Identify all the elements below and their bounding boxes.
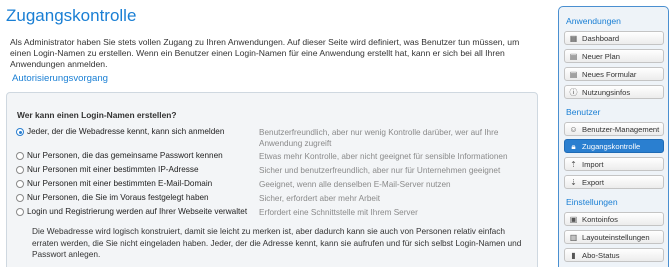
dashboard-icon: ▦ <box>569 34 578 43</box>
sidebar-item-label: Neuer Plan <box>582 52 620 61</box>
sidebar-item-export[interactable]: ⇣ Export <box>564 175 664 189</box>
option-password[interactable]: Nur Personen, die das gemeinsame Passwor… <box>16 151 536 164</box>
form-icon: ▤ <box>569 70 578 79</box>
option-label: Nur Personen mit einer bestimmten IP-Adr… <box>27 165 199 174</box>
option-label: Nur Personen, die das gemeinsame Passwor… <box>27 151 223 160</box>
sidebar-heading-settings: Einstellungen <box>566 197 618 207</box>
radio-button[interactable] <box>16 166 24 174</box>
sidebar-item-dashboard[interactable]: ▦ Dashboard <box>564 31 664 45</box>
info-icon: ⓘ <box>569 88 578 97</box>
layout-icon: ▥ <box>569 233 578 242</box>
sidebar-item-label: Dashboard <box>582 34 620 43</box>
sidebar-heading-users: Benutzer <box>566 107 601 117</box>
option-ip-address[interactable]: Nur Personen mit einer bestimmten IP-Adr… <box>16 165 536 178</box>
sidebar-item-label: Layouteinstellungen <box>582 233 650 242</box>
sidebar-item-new-plan[interactable]: ▤ Neuer Plan <box>564 49 664 63</box>
sidebar-item-layout-settings[interactable]: ▥ Layouteinstellungen <box>564 230 664 244</box>
option-description: Sicher, erfordert aber mehr Arbeit <box>259 194 381 203</box>
option-website-login[interactable]: Login und Registrierung werden auf Ihrer… <box>16 207 536 220</box>
authorization-section-link[interactable]: Autorisierungsvorgang <box>12 73 108 84</box>
option-email-domain[interactable]: Nur Personen mit einer bestimmten E-Mail… <box>16 179 536 192</box>
document-icon: ▤ <box>569 52 578 61</box>
sidebar-heading-applications: Anwendungen <box>566 16 621 26</box>
option-label: Login und Registrierung werden auf Ihrer… <box>27 207 248 216</box>
sidebar-item-label: Import <box>582 160 604 169</box>
intro-text: Als Administrator haben Sie stets vollen… <box>10 37 520 69</box>
sidebar-item-access-control[interactable]: 🔒︎ Zugangskontrolle <box>564 139 664 153</box>
upload-icon: ⇡ <box>570 160 577 169</box>
sidebar-item-label: Export <box>582 178 604 187</box>
sidebar-item-subscription-status[interactable]: ▮ Abo-Status <box>564 248 664 262</box>
sidebar-item-label: Zugangskontrolle <box>582 142 641 151</box>
sidebar-item-usage-info[interactable]: ⓘ Nutzungsinfos <box>564 85 664 99</box>
sidebar-item-label: Abo-Status <box>582 251 620 260</box>
panel-header: Wer kann einen Login-Namen erstellen? <box>17 110 177 120</box>
sidebar-item-new-form[interactable]: ▤ Neues Formular <box>564 67 664 81</box>
option-predefined[interactable]: Nur Personen, die Sie im Voraus festgele… <box>16 193 536 206</box>
option-label: Jeder, der die Webadresse kennt, kann si… <box>27 127 225 136</box>
option-description: Benutzerfreundlich, aber nur wenig Kontr… <box>259 128 499 148</box>
sidebar-item-user-management[interactable]: ☺ Benutzer-Management <box>564 122 664 136</box>
sidebar-item-label: Kontoinfos <box>582 215 618 224</box>
sidebar-item-label: Benutzer-Management <box>582 125 660 134</box>
option-description: Geeignet, wenn alle denselben E-Mail-Ser… <box>259 180 451 189</box>
radio-button[interactable] <box>16 208 24 216</box>
option-description: Erfordert eine Schnittstelle mit Ihrem S… <box>259 208 418 217</box>
radio-button[interactable] <box>16 180 24 188</box>
sidebar: Anwendungen ▦ Dashboard ▤ Neuer Plan ▤ N… <box>558 6 669 267</box>
radio-button[interactable] <box>16 152 24 160</box>
option-label: Nur Personen, die Sie im Voraus festgele… <box>27 193 209 202</box>
radio-button[interactable] <box>16 128 24 136</box>
access-panel: Wer kann einen Login-Namen erstellen? Je… <box>6 92 538 267</box>
option-description: Sicher und benutzerfreundlich, aber nur … <box>259 166 501 175</box>
option-label: Nur Personen mit einer bestimmten E-Mail… <box>27 179 213 188</box>
page-title: Zugangskontrolle <box>6 6 137 25</box>
sidebar-item-label: Neues Formular <box>582 70 637 79</box>
lock-icon: 🔒︎ <box>571 142 576 151</box>
option-webaddress[interactable]: Jeder, der die Webadresse kennt, kann si… <box>16 127 536 148</box>
bar-chart-icon: ▮ <box>571 251 576 260</box>
account-icon: ▣ <box>569 215 578 224</box>
download-icon: ⇣ <box>570 178 577 187</box>
option-note: Die Webadresse wird logisch konstruiert,… <box>32 226 522 259</box>
user-icon: ☺ <box>569 125 578 134</box>
sidebar-item-label: Nutzungsinfos <box>582 88 631 97</box>
sidebar-item-import[interactable]: ⇡ Import <box>564 157 664 171</box>
sidebar-item-account-info[interactable]: ▣ Kontoinfos <box>564 212 664 226</box>
radio-button[interactable] <box>16 194 24 202</box>
option-description: Etwas mehr Kontrolle, aber nicht geeigne… <box>259 152 508 161</box>
